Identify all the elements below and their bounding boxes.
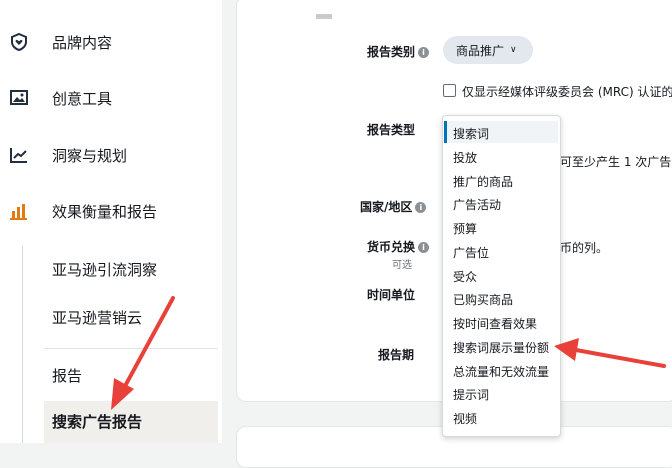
annotation-arrows xyxy=(111,296,666,410)
arrow-to-active-item xyxy=(111,296,175,410)
arrow-to-dropdown-option xyxy=(554,338,666,368)
